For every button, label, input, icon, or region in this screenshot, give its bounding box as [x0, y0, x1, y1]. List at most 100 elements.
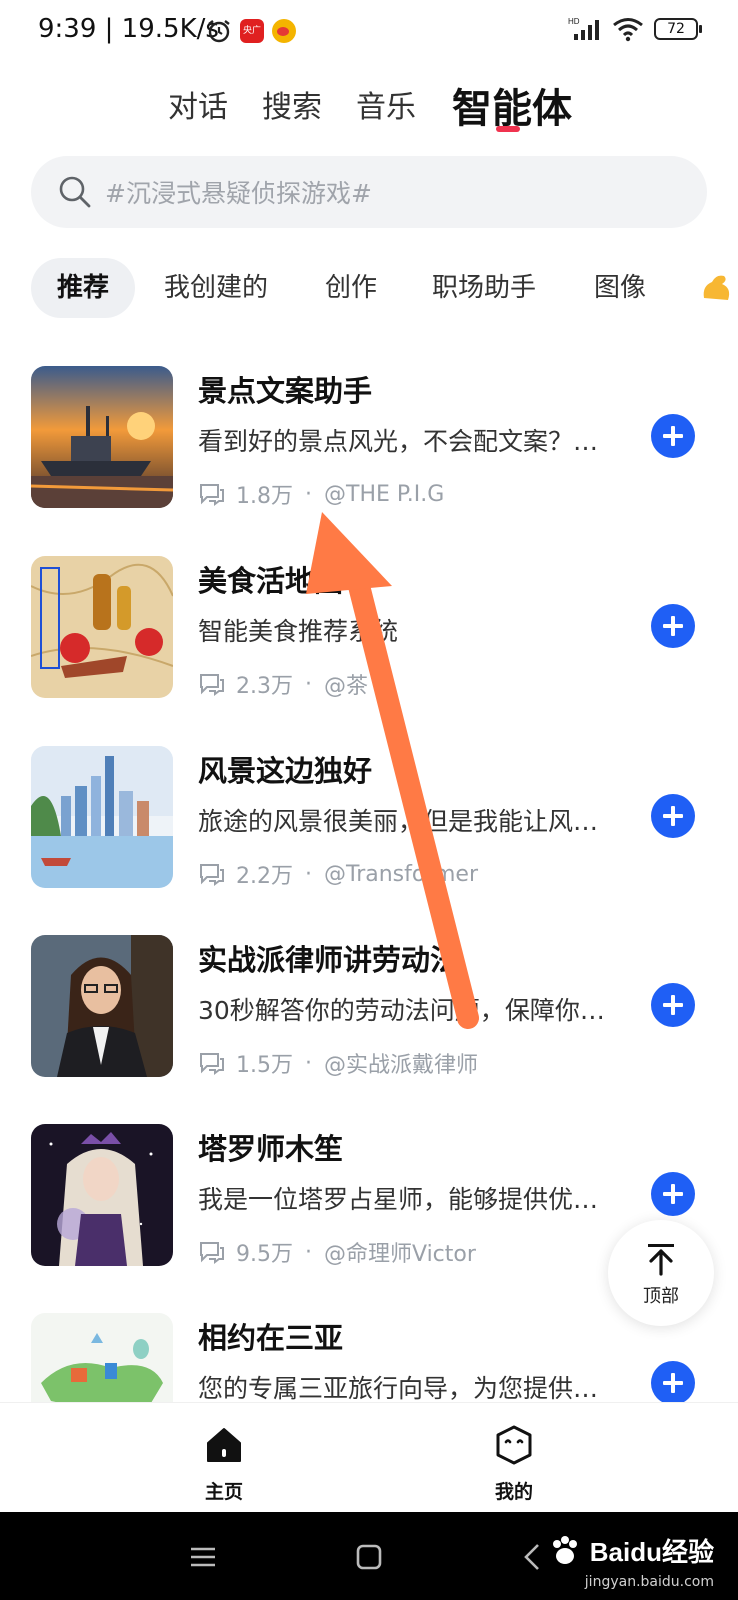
agent-description: 智能美食推荐系统	[198, 617, 399, 646]
agent-description: 您的专属三亚旅行向导，为您提供…	[198, 1374, 599, 1403]
tab-chat[interactable]: 对话	[168, 82, 228, 126]
news-app-icon: 央广	[240, 19, 264, 43]
agent-card-food-map[interactable]: 美食活地图 智能美食推荐系统 2.3万 · @茶	[0, 556, 738, 706]
home-icon	[207, 1428, 241, 1462]
meta-separator: ·	[305, 1239, 312, 1265]
lawyer-portrait-image	[31, 935, 173, 1077]
chat-count: 2.3万	[236, 674, 293, 699]
meta-separator: ·	[305, 481, 312, 507]
agent-thumbnail	[31, 1124, 173, 1266]
watermark-url: jingyan.baidu.com	[584, 1574, 714, 1590]
agent-meta: 1.8万 · @THE P.I.G	[198, 478, 444, 510]
arrow-up-to-top-icon	[648, 1244, 674, 1276]
tab-search[interactable]: 搜索	[262, 82, 322, 126]
signal-icon: HD	[568, 17, 599, 40]
chat-count: 1.5万	[236, 1053, 293, 1078]
agent-title: 美食活地图	[198, 564, 344, 598]
chip-workplace-assistant[interactable]: 职场助手	[432, 258, 536, 318]
chat-bubble-icon	[200, 674, 224, 696]
add-agent-button[interactable]	[651, 794, 695, 838]
agent-thumbnail	[31, 556, 173, 698]
network-type-label: HD	[568, 17, 580, 26]
chat-count: 1.8万	[236, 484, 293, 509]
system-navigation-bar: Baidu经验 jingyan.baidu.com	[0, 1512, 738, 1600]
watermark-brand: Baidu经验	[589, 1537, 714, 1567]
add-agent-button[interactable]	[651, 414, 695, 458]
baidu-paw-icon	[552, 1535, 577, 1564]
agent-title: 风景这边独好	[198, 754, 373, 788]
agent-title: 相约在三亚	[198, 1321, 344, 1355]
search-icon	[59, 176, 91, 208]
agent-author[interactable]: @实战派戴律师	[324, 1047, 478, 1079]
alarm-clock-icon	[208, 20, 230, 43]
agent-author[interactable]: @命理师Victor	[324, 1236, 476, 1268]
home-square-icon[interactable]	[354, 1542, 384, 1572]
menu-icon[interactable]	[188, 1542, 218, 1572]
chat-count: 9.5万	[236, 1242, 293, 1267]
status-bar: 9:39 | 19.5K/s 央广 HD 72	[0, 0, 738, 64]
agent-author[interactable]: @Transformer	[324, 862, 478, 887]
battery-indicator: 72	[654, 18, 702, 40]
add-agent-button[interactable]	[651, 604, 695, 648]
agent-description: 旅途的风景很美丽，但是我能让风…	[198, 807, 599, 836]
chat-bubble-icon	[200, 1242, 224, 1264]
agent-thumbnail	[31, 935, 173, 1077]
chat-count: 2.2万	[236, 864, 293, 889]
agent-author[interactable]: @茶	[324, 668, 368, 700]
chat-bubble-icon	[200, 864, 224, 886]
meta-separator: ·	[305, 671, 312, 697]
chat-bubble-icon	[200, 484, 224, 506]
weibo-icon	[272, 19, 296, 43]
baidu-watermark: Baidu经验	[548, 1532, 714, 1569]
agent-card-scenic-copywriter[interactable]: 景点文案助手 看到好的景点风光，不会配文案？… 1.8万 · @THE P.I.…	[0, 366, 738, 516]
nav-home[interactable]: 主页	[164, 1421, 284, 1507]
add-agent-button[interactable]	[651, 1361, 695, 1405]
meta-separator: ·	[305, 1050, 312, 1076]
profile-face-icon	[496, 1425, 532, 1465]
back-to-top-button[interactable]: 顶部	[608, 1220, 714, 1326]
agent-thumbnail	[31, 746, 173, 888]
agent-title: 景点文案助手	[198, 374, 373, 408]
top-tab-bar: 对话 搜索 音乐 智能体	[0, 70, 738, 140]
bottom-nav: 主页 我的	[0, 1402, 738, 1513]
agent-card-scenery[interactable]: 风景这边独好 旅途的风景很美丽，但是我能让风… 2.2万 · @Transfor…	[0, 746, 738, 896]
nav-home-label: 主页	[204, 1481, 243, 1503]
city-watercolor-image	[31, 746, 173, 888]
add-agent-button[interactable]	[651, 1172, 695, 1216]
agent-thumbnail	[31, 366, 173, 508]
meta-separator: ·	[305, 861, 312, 887]
chip-recommended[interactable]: 推荐	[31, 258, 136, 318]
agent-description: 我是一位塔罗占星师，能够提供优…	[198, 1185, 599, 1214]
nav-profile-label: 我的	[494, 1481, 533, 1503]
agent-author[interactable]: @THE P.I.G	[324, 482, 444, 507]
status-system-icons: HD 72	[568, 16, 702, 42]
chip-my-created[interactable]: 我创建的	[164, 258, 268, 318]
agent-meta: 2.3万 · @茶	[198, 668, 368, 700]
agent-meta: 1.5万 · @实战派戴律师	[198, 1047, 478, 1079]
agent-description: 看到好的景点风光，不会配文案？…	[198, 427, 599, 456]
search-input[interactable]	[103, 156, 667, 230]
wifi-icon	[613, 18, 643, 42]
status-notification-icons: 央广	[206, 18, 296, 44]
search-bar[interactable]	[31, 156, 707, 230]
status-time: 9:39 | 19.5K/s	[38, 14, 219, 44]
chip-creation[interactable]: 创作	[325, 258, 377, 318]
food-map-image	[31, 556, 173, 698]
category-chips: 推荐 我创建的 创作 职场助手 图像	[0, 258, 738, 318]
back-chevron-icon[interactable]	[518, 1542, 548, 1572]
agent-card-labor-lawyer[interactable]: 实战派律师讲劳动法 30秒解答你的劳动法问题，保障你… 1.5万 · @实战派戴…	[0, 935, 738, 1085]
chip-more-emoji[interactable]	[698, 258, 738, 318]
add-agent-button[interactable]	[651, 983, 695, 1027]
tab-music[interactable]: 音乐	[356, 82, 416, 126]
agent-description: 30秒解答你的劳动法问题，保障你…	[198, 996, 605, 1025]
chip-image[interactable]: 图像	[594, 258, 646, 318]
agent-meta: 9.5万 · @命理师Victor	[198, 1236, 476, 1268]
agent-title: 实战派律师讲劳动法	[198, 943, 460, 977]
agent-title: 塔罗师木笙	[198, 1132, 344, 1166]
back-to-top-label: 顶部	[643, 1286, 679, 1307]
chat-bubble-icon	[200, 1053, 224, 1075]
tarot-girl-image	[31, 1124, 173, 1266]
agent-meta: 2.2万 · @Transformer	[198, 858, 478, 890]
nav-profile[interactable]: 我的	[454, 1421, 574, 1507]
active-tab-indicator	[496, 126, 520, 132]
